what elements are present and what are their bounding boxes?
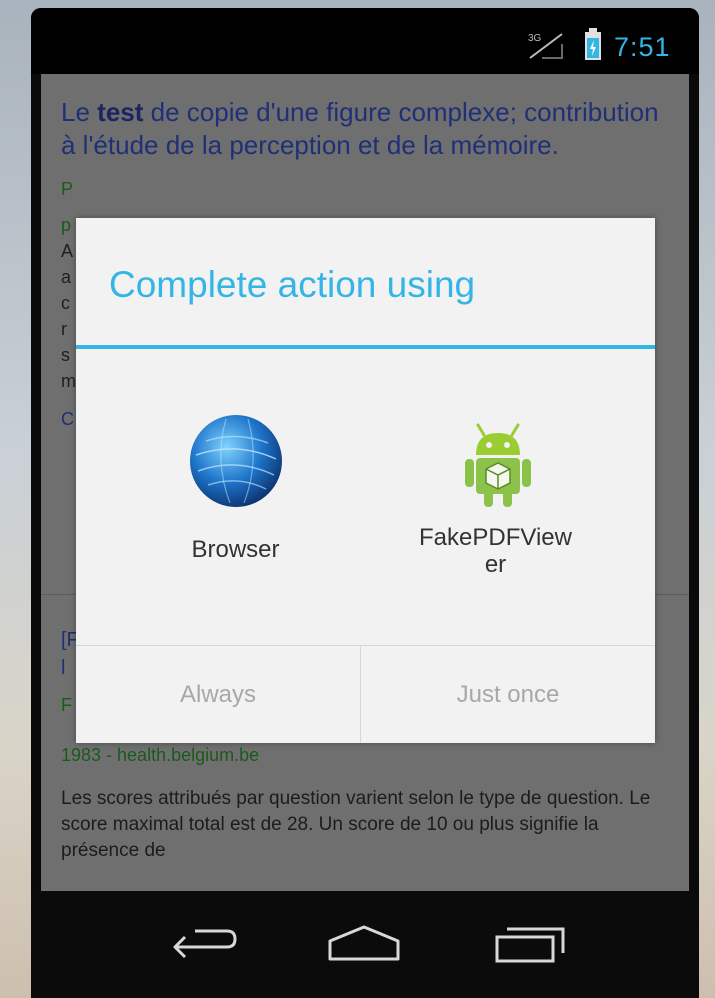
result-2-body: 1983 - health.belgium.be Les scores attr… (61, 745, 671, 864)
result-1-title[interactable]: Le test de copie d'une figure complexe; … (61, 96, 667, 162)
home-icon[interactable] (324, 919, 404, 969)
app-option-fakepdfviewer[interactable]: FakePDFView er (361, 349, 650, 645)
app-label-browser: Browser (191, 536, 280, 563)
back-icon[interactable] (165, 919, 245, 969)
status-clock: 7:51 (614, 32, 671, 62)
app-option-browser[interactable]: Browser (76, 349, 365, 645)
status-bar: 3G 7:51 (31, 8, 699, 74)
android-robot-icon (465, 423, 531, 507)
browser-globe-icon (190, 415, 282, 507)
chooser-dialog: Complete action using Browser FakePDFVie… (76, 218, 655, 743)
result-1-title-bold: test (97, 97, 144, 127)
result-1-title-rest: de copie d'une figure complexe; contribu… (61, 97, 659, 160)
dialog-title: Complete action using (109, 264, 476, 305)
network-type-label: 3G (528, 33, 542, 44)
result-1-title-prefix: Le (61, 97, 98, 127)
result-1-partial-line: P (61, 179, 74, 199)
app-label-fakepdfviewer-text: FakePDFView er (419, 524, 572, 578)
result-2-snippet: Les scores attribués par question varien… (61, 788, 651, 861)
just-once-button[interactable]: Just once (361, 646, 655, 743)
recent-apps-icon[interactable] (489, 919, 569, 969)
battery-icon (585, 28, 601, 60)
always-button[interactable]: Always (76, 646, 360, 743)
app-label-fakepdfviewer: FakePDFView er (351, 524, 640, 578)
result-2-source: 1983 - health.belgium.be (61, 745, 260, 765)
signal-icon: 3G (528, 33, 563, 59)
navigation-bar (31, 891, 699, 998)
